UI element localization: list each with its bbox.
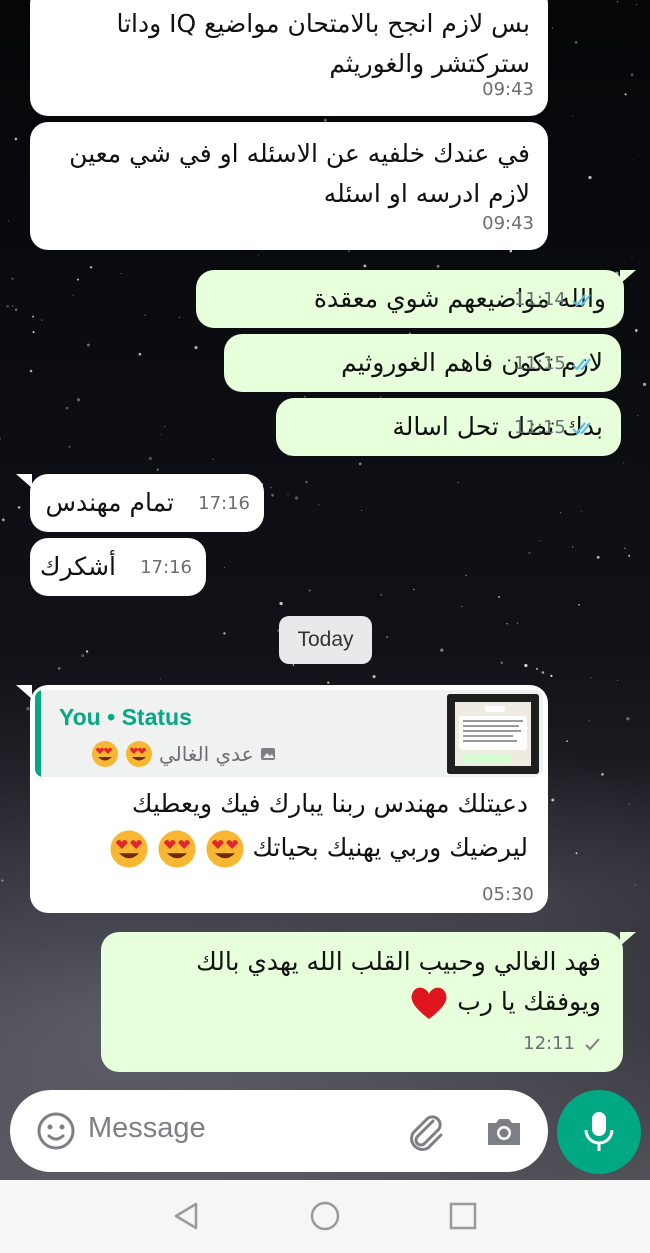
message-bubble-outgoing[interactable]: بدك تضل تحل اسالة 11:15 — [276, 398, 621, 456]
double-check-read-icon — [572, 422, 591, 435]
date-separator: Today — [279, 616, 372, 664]
message-meta: 11:14 — [514, 280, 596, 320]
message-bubble-incoming[interactable]: بس لازم انجح بالامتحان مواضيع IQ وداتا س… — [30, 0, 548, 116]
system-navigation-bar — [0, 1180, 650, 1253]
microphone-icon — [584, 1112, 614, 1151]
message-text: بس لازم انجح بالامتحان مواضيع IQ وداتا — [116, 9, 530, 38]
message-text: في عندك خلفيه عن الاسئله او في شي معين — [69, 139, 530, 168]
single-check-delivered-icon — [585, 1038, 600, 1051]
message-text: دعيتلك مهندس ربنا يبارك فيك ويعطيك — [131, 789, 528, 818]
circle-home-icon[interactable] — [309, 1200, 341, 1232]
message-text: أشكرك — [39, 552, 116, 581]
message-bubble-outgoing[interactable]: فهد الغالي وحبيب القلب الله يهدي بالك وي… — [101, 932, 623, 1072]
quote-title: You • Status — [59, 704, 192, 730]
message-text: ويوفقك يا رب — [101, 982, 623, 1022]
quote-subtitle: عدي الغالي — [91, 740, 276, 768]
message-meta: 11:15 — [514, 344, 596, 384]
message-timestamp: 17:16 — [198, 493, 250, 514]
message-text: تمام مهندس — [45, 488, 174, 517]
message-text: ليرضيك وربي يهنيك بحياتك — [30, 824, 548, 872]
message-timestamp: 11:15 — [514, 353, 566, 374]
chat-area[interactable]: بس لازم انجح بالامتحان مواضيع IQ وداتا س… — [0, 0, 650, 1080]
image-icon — [260, 748, 275, 760]
message-timestamp: 09:43 — [482, 213, 534, 234]
message-text: ستركتشر والغوريثم — [329, 49, 530, 78]
double-check-read-icon — [572, 358, 591, 371]
emoji-group — [109, 824, 245, 872]
message-text: فهد الغالي وحبيب القلب الله يهدي بالك — [196, 947, 601, 976]
heart-eyes-emoji-icon — [158, 830, 196, 868]
heart-eyes-emoji-icon — [126, 741, 152, 767]
message-bubble-incoming[interactable]: تمام مهندس 17:16 — [30, 474, 264, 532]
square-recents-icon[interactable] — [449, 1202, 477, 1230]
message-timestamp: 17:16 — [140, 557, 192, 578]
message-meta: 12:11 — [523, 1024, 605, 1064]
message-input-bar[interactable]: Message — [10, 1090, 548, 1172]
message-timestamp: 11:14 — [514, 289, 566, 310]
message-bubble-outgoing[interactable]: لازم تكون فاهم الغوروثيم 11:15 — [224, 334, 621, 392]
quote-subtitle-text: عدي الغالي — [159, 742, 254, 766]
camera-icon[interactable] — [484, 1111, 524, 1151]
paperclip-icon[interactable] — [403, 1109, 447, 1153]
heart-eyes-emoji-icon — [92, 741, 118, 767]
smiley-icon[interactable] — [36, 1111, 76, 1151]
reply-text-block: دعيتلك مهندس ربنا يبارك فيك ويعطيك ليرضي… — [30, 784, 548, 874]
message-timestamp: 05:30 — [482, 884, 534, 905]
message-meta: 11:15 — [514, 408, 596, 448]
message-input[interactable]: Message — [88, 1112, 206, 1145]
red-heart-emoji-icon — [411, 987, 447, 1019]
heart-eyes-emoji-icon — [110, 830, 148, 868]
double-check-read-icon — [572, 294, 591, 307]
message-text: لازم ادرسه او اسئله — [323, 179, 530, 208]
message-timestamp: 09:43 — [482, 79, 534, 100]
voice-message-button[interactable] — [557, 1090, 641, 1174]
quote-accent-bar — [35, 690, 41, 777]
message-timestamp: 11:15 — [514, 417, 566, 438]
triangle-back-icon[interactable] — [172, 1201, 202, 1231]
bubble-tail — [16, 474, 32, 488]
message-bubble-outgoing[interactable]: والله مواضيعهم شوي معقدة 11:14 — [196, 270, 624, 328]
heart-eyes-emoji-icon — [205, 830, 244, 868]
bubble-tail — [16, 685, 32, 699]
message-bubble-incoming[interactable]: أشكرك 17:16 — [30, 538, 206, 596]
status-thumbnail — [447, 694, 539, 774]
message-bubble-incoming[interactable]: في عندك خلفيه عن الاسئله او في شي معين ل… — [30, 122, 548, 250]
quoted-status-preview[interactable]: You • Status عدي الغالي — [35, 690, 543, 777]
message-timestamp: 12:11 — [523, 1033, 575, 1054]
